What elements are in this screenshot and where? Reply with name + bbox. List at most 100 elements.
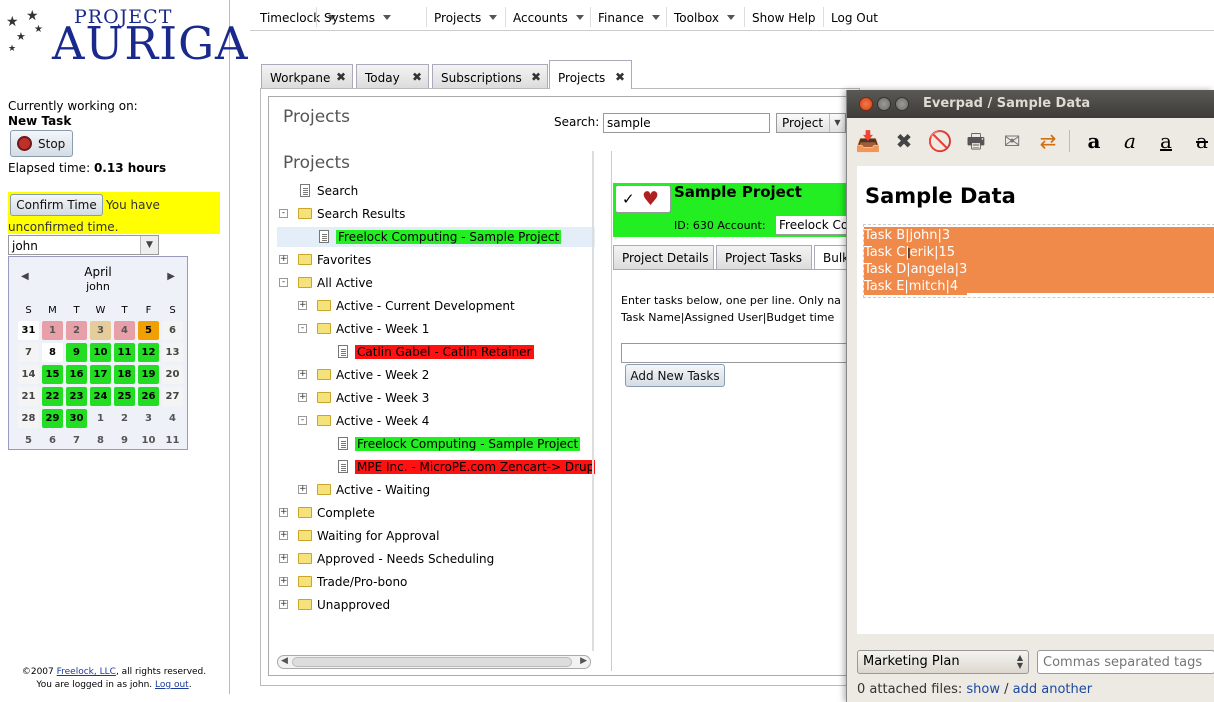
menu-accounts[interactable]: Accounts xyxy=(513,11,584,25)
tree-item[interactable]: + Unapproved xyxy=(277,595,595,615)
expand-toggle-icon[interactable]: + xyxy=(279,255,288,264)
calendar-day[interactable]: 5 xyxy=(18,431,39,450)
calendar-day[interactable]: 1 xyxy=(42,321,63,340)
cancel-icon[interactable]: 🚫 xyxy=(927,128,953,154)
chevron-down-icon[interactable]: ▼ xyxy=(140,236,158,254)
splitter[interactable] xyxy=(592,151,594,651)
menu-show-help[interactable]: Show Help xyxy=(752,11,816,25)
calendar-day[interactable]: 23 xyxy=(66,387,87,406)
close-icon[interactable]: ✖ xyxy=(531,70,541,84)
expand-toggle-icon[interactable]: + xyxy=(298,301,307,310)
expand-toggle-icon[interactable]: + xyxy=(298,393,307,402)
expand-toggle-icon[interactable]: + xyxy=(279,531,288,540)
expand-toggle-icon[interactable]: + xyxy=(279,554,288,563)
tree-item[interactable]: - Active - Week 1 xyxy=(277,319,595,339)
sync-icon[interactable]: ⇄ xyxy=(1035,128,1061,154)
logout-link[interactable]: Log out xyxy=(155,680,189,690)
favorite-toggle[interactable]: ✓ ♥ xyxy=(615,185,671,213)
tree-item[interactable]: - Active - Week 4 xyxy=(277,411,595,431)
horizontal-scrollbar[interactable]: ◀ ▶ xyxy=(277,655,591,669)
calendar-day[interactable]: 6 xyxy=(42,431,63,450)
print-icon[interactable]: 🖶 xyxy=(963,128,989,154)
bold-icon[interactable]: a xyxy=(1081,128,1107,154)
detail-tab-project-tasks[interactable]: Project Tasks xyxy=(716,245,812,269)
tree-item[interactable]: + Favorites xyxy=(277,250,595,270)
calendar-day[interactable]: 12 xyxy=(138,343,159,362)
user-select[interactable]: john ▼ xyxy=(8,235,159,255)
close-icon[interactable]: ✖ xyxy=(615,70,625,84)
save-icon[interactable]: 📥 xyxy=(855,128,881,154)
calendar-day[interactable]: 16 xyxy=(66,365,87,384)
calendar-day[interactable]: 6 xyxy=(162,321,183,340)
expand-toggle-icon[interactable]: - xyxy=(279,278,288,287)
calendar-day[interactable]: 8 xyxy=(42,343,63,362)
calendar-day[interactable]: 5 xyxy=(138,321,159,340)
tree-item[interactable]: - All Active xyxy=(277,273,595,293)
bulk-tasks-input[interactable] xyxy=(621,343,851,363)
calendar-day[interactable]: 2 xyxy=(114,409,135,428)
tree-item[interactable]: + Complete xyxy=(277,503,595,523)
calendar-day[interactable]: 25 xyxy=(114,387,135,406)
calendar-day[interactable]: 27 xyxy=(162,387,183,406)
calendar-day[interactable]: 3 xyxy=(90,321,111,340)
maximize-icon[interactable] xyxy=(895,97,909,111)
tree-item[interactable]: + Active - Week 2 xyxy=(277,365,595,385)
calendar-day[interactable]: 9 xyxy=(66,343,87,362)
calendar-day[interactable]: 30 xyxy=(66,409,87,428)
calendar-day[interactable]: 2 xyxy=(66,321,87,340)
calendar-day[interactable]: 10 xyxy=(90,343,111,362)
menu-systems[interactable]: Systems xyxy=(324,11,391,25)
tree-item[interactable]: Search xyxy=(277,181,595,201)
tab-today[interactable]: Today ✖ xyxy=(356,64,429,88)
add-new-tasks-button[interactable]: Add New Tasks xyxy=(625,364,725,387)
tab-subscriptions[interactable]: Subscriptions ✖ xyxy=(432,64,548,88)
expand-toggle-icon[interactable]: + xyxy=(279,508,288,517)
confirm-time-button[interactable]: Confirm Time xyxy=(10,194,103,216)
calendar-day[interactable]: 10 xyxy=(138,431,159,450)
account-input[interactable]: Freelock Co xyxy=(775,215,849,235)
note-editor[interactable]: Sample Data Task B|john|3 Task C|erik|15 T… xyxy=(857,166,1214,634)
close-icon[interactable]: ✖ xyxy=(412,70,422,84)
tree-item[interactable]: - Search Results xyxy=(277,204,595,224)
calendar-day[interactable]: 19 xyxy=(138,365,159,384)
calendar-day[interactable]: 8 xyxy=(90,431,111,450)
menu-finance[interactable]: Finance xyxy=(598,11,660,25)
calendar-day[interactable]: 28 xyxy=(18,409,39,428)
show-attachments-link[interactable]: show xyxy=(966,682,1000,697)
calendar-day[interactable]: 17 xyxy=(90,365,111,384)
expand-toggle-icon[interactable]: - xyxy=(298,416,307,425)
stop-button[interactable]: Stop xyxy=(10,130,73,157)
expand-toggle-icon[interactable]: - xyxy=(279,209,288,218)
tree-item[interactable]: + Trade/Pro-bono xyxy=(277,572,595,592)
tree-item[interactable]: + Active - Waiting xyxy=(277,480,595,500)
calendar-day[interactable]: 31 xyxy=(18,321,39,340)
menu-log-out[interactable]: Log Out xyxy=(831,11,878,25)
search-input[interactable] xyxy=(603,113,770,133)
tree-item[interactable]: Freelock Computing - Sample Project xyxy=(277,227,595,247)
calendar-day[interactable]: 3 xyxy=(138,409,159,428)
tree-item[interactable]: + Active - Week 3 xyxy=(277,388,595,408)
calendar-day[interactable]: 24 xyxy=(90,387,111,406)
menu-toolbox[interactable]: Toolbox xyxy=(674,11,735,25)
expand-toggle-icon[interactable]: - xyxy=(298,324,307,333)
expand-toggle-icon[interactable]: + xyxy=(298,485,307,494)
search-type-select[interactable]: Project ▼ xyxy=(776,113,846,133)
email-icon[interactable]: ✉ xyxy=(999,128,1025,154)
calendar-day[interactable]: 21 xyxy=(18,387,39,406)
tree-item[interactable]: + Waiting for Approval xyxy=(277,526,595,546)
calendar-day[interactable]: 14 xyxy=(18,365,39,384)
calendar-day[interactable]: 9 xyxy=(114,431,135,450)
calendar-day[interactable]: 22 xyxy=(42,387,63,406)
expand-toggle-icon[interactable]: + xyxy=(298,370,307,379)
tree-item[interactable]: MPE Inc. - MicroPE.com Zencart-> Drup xyxy=(277,457,595,477)
calendar-day[interactable]: 15 xyxy=(42,365,63,384)
tree-item[interactable]: + Approved - Needs Scheduling xyxy=(277,549,595,569)
calendar-day[interactable]: 26 xyxy=(138,387,159,406)
notebook-select[interactable]: Marketing Plan ▲ ▼ xyxy=(857,650,1029,674)
calendar-day[interactable]: 7 xyxy=(66,431,87,450)
menu-projects[interactable]: Projects xyxy=(434,11,498,25)
calendar-day[interactable]: 4 xyxy=(114,321,135,340)
italic-icon[interactable]: a xyxy=(1117,128,1143,154)
close-icon[interactable]: ✖ xyxy=(336,70,346,84)
calendar-day[interactable]: 13 xyxy=(162,343,183,362)
